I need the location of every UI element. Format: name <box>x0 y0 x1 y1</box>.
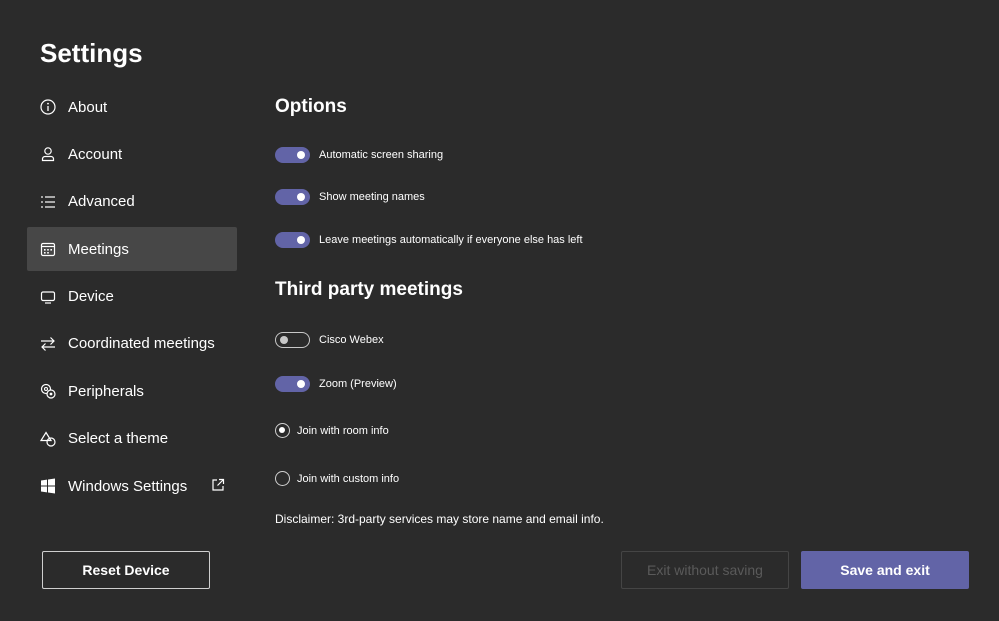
sidebar-item-label: Meetings <box>68 240 129 258</box>
sidebar-item-label: Account <box>68 145 123 163</box>
show-meeting-names-toggle[interactable] <box>275 189 310 205</box>
peripherals-icon <box>40 383 56 399</box>
sidebar-item-account[interactable]: Account <box>27 132 237 176</box>
sidebar-item-label: About <box>68 98 108 116</box>
sidebar-item-label: Peripherals <box>68 382 144 400</box>
sidebar-item-label: Windows Settings <box>68 477 188 495</box>
cisco-webex-toggle[interactable] <box>275 332 310 348</box>
sidebar-item-device[interactable]: Device <box>27 275 237 319</box>
windows-icon <box>40 478 56 494</box>
sidebar-item-meetings[interactable]: Meetings <box>27 227 237 272</box>
zoom-preview-toggle-row[interactable]: Zoom (Preview) <box>275 376 397 392</box>
radio-label: Join with room info <box>297 424 389 437</box>
sidebar-item-label: Advanced <box>68 193 135 211</box>
monitor-icon <box>40 289 56 305</box>
sidebar-item-label: Device <box>68 288 114 306</box>
leave-meetings-automatically-toggle-row[interactable]: Leave meetings automatically if everyone… <box>275 232 583 248</box>
automatic-screen-sharing-toggle-row[interactable]: Automatic screen sharing <box>275 147 443 163</box>
radio-label: Join with custom info <box>297 472 400 485</box>
join-with-custom-info-radio-row[interactable]: Join with custom info <box>275 471 399 486</box>
page-title: Settings <box>40 38 143 68</box>
cisco-webex-toggle-row[interactable]: Cisco Webex <box>275 332 384 348</box>
calendar-icon <box>40 241 56 257</box>
info-icon <box>40 99 56 115</box>
show-meeting-names-toggle-row[interactable]: Show meeting names <box>275 189 425 205</box>
sidebar-item-label: Coordinated meetings <box>68 335 215 353</box>
automatic-screen-sharing-toggle[interactable] <box>275 147 310 163</box>
sidebar-item-select-theme[interactable]: Select a theme <box>27 417 237 461</box>
leave-meetings-automatically-toggle[interactable] <box>275 232 310 248</box>
sidebar-item-advanced[interactable]: Advanced <box>27 180 237 224</box>
settings-sidebar: About Account Advanced Meetings Device C… <box>27 85 237 512</box>
toggle-label: Leave meetings automatically if everyone… <box>319 234 583 246</box>
toggle-label: Zoom (Preview) <box>319 378 397 390</box>
toggle-label: Show meeting names <box>319 191 425 203</box>
join-with-room-info-radio-row[interactable]: Join with room info <box>275 423 389 438</box>
sidebar-item-windows-settings[interactable]: Windows Settings <box>27 464 237 508</box>
toggle-label: Cisco Webex <box>319 334 384 346</box>
third-party-meetings-heading: Third party meetings <box>275 279 463 300</box>
save-and-exit-button[interactable]: Save and exit <box>801 551 969 589</box>
sidebar-item-about[interactable]: About <box>27 85 237 129</box>
options-heading: Options <box>275 96 347 117</box>
sidebar-item-label: Select a theme <box>68 430 169 448</box>
exit-without-saving-button[interactable]: Exit without saving <box>621 551 789 589</box>
join-with-custom-info-radio[interactable] <box>275 471 290 486</box>
disclaimer-text: Disclaimer: 3rd-party services may store… <box>275 512 604 526</box>
list-icon <box>40 194 56 210</box>
sidebar-item-peripherals[interactable]: Peripherals <box>27 369 237 413</box>
join-with-room-info-radio[interactable] <box>275 423 290 438</box>
sidebar-item-coordinated-meetings[interactable]: Coordinated meetings <box>27 322 237 366</box>
reset-device-button[interactable]: Reset Device <box>42 551 210 589</box>
swap-arrows-icon <box>40 336 56 352</box>
person-icon <box>40 146 56 162</box>
zoom-preview-toggle[interactable] <box>275 376 310 392</box>
shapes-icon <box>40 431 56 447</box>
external-link-icon[interactable] <box>211 478 225 492</box>
toggle-label: Automatic screen sharing <box>319 149 444 161</box>
